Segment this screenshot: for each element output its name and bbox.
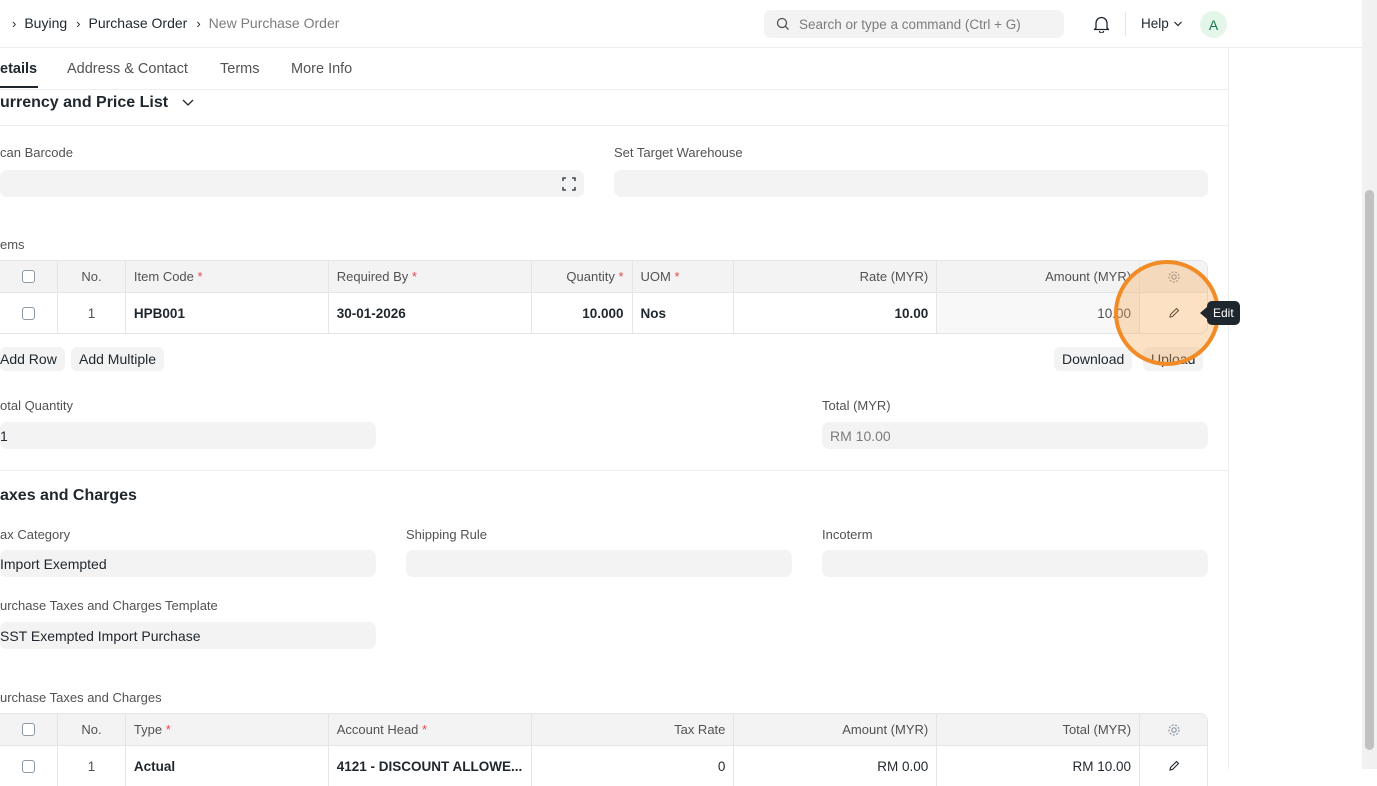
breadcrumb-buying[interactable]: Buying bbox=[24, 15, 67, 31]
tax-total-cell: RM 10.00 bbox=[937, 746, 1141, 786]
required-by-cell[interactable]: 30-01-2026 bbox=[329, 293, 532, 333]
total-quantity-field: 1 bbox=[0, 422, 376, 449]
row-no: 1 bbox=[58, 293, 126, 333]
currency-section-header[interactable]: urrency and Price List bbox=[0, 94, 195, 112]
search-input[interactable]: Search or type a command (Ctrl + G) bbox=[764, 10, 1064, 38]
rate-cell[interactable]: 10.00 bbox=[734, 293, 938, 333]
breadcrumb-purchase-order[interactable]: Purchase Order bbox=[89, 15, 188, 31]
column-header: Type * bbox=[126, 714, 329, 745]
row-no: 1 bbox=[58, 746, 126, 786]
row-checkbox[interactable] bbox=[21, 759, 35, 773]
total-quantity-label: otal Quantity bbox=[0, 398, 73, 413]
account-head-cell[interactable]: 4121 - DISCOUNT ALLOWE... bbox=[329, 746, 532, 786]
tab-details[interactable]: etails bbox=[0, 61, 37, 77]
items-table: No. Item Code * Required By * Quantity *… bbox=[0, 260, 1208, 334]
edit-icon[interactable] bbox=[1168, 760, 1180, 772]
tab-address-contact[interactable]: Address & Contact bbox=[67, 61, 188, 77]
edit-tooltip: Edit bbox=[1200, 301, 1240, 325]
chevron-right-icon: › bbox=[12, 15, 17, 31]
item-code-cell[interactable]: HPB001 bbox=[126, 293, 329, 333]
tax-category-input[interactable]: Import Exempted bbox=[0, 550, 376, 577]
avatar[interactable]: A bbox=[1200, 11, 1227, 38]
section-divider bbox=[0, 470, 1229, 471]
chevron-down-icon bbox=[182, 99, 193, 106]
taxes-template-label: urchase Taxes and Charges Template bbox=[0, 598, 218, 613]
scan-barcode-input[interactable] bbox=[0, 170, 584, 197]
column-header: Required By * bbox=[329, 261, 532, 292]
taxes-table: No. Type * Account Head * Tax Rate Amoun… bbox=[0, 713, 1208, 786]
navbar-divider bbox=[1125, 12, 1126, 36]
help-label: Help bbox=[1141, 16, 1169, 31]
type-cell[interactable]: Actual bbox=[126, 746, 329, 786]
bell-icon[interactable] bbox=[1093, 15, 1110, 33]
items-label: ems bbox=[0, 237, 25, 252]
breadcrumb-current: New Purchase Order bbox=[208, 15, 340, 31]
column-header: UOM * bbox=[633, 261, 735, 292]
breadcrumb: › Buying › Purchase Order › New Purchase… bbox=[12, 15, 348, 31]
settings-icon[interactable] bbox=[1167, 723, 1181, 737]
section-divider bbox=[0, 125, 1229, 126]
column-header: Total (MYR) bbox=[937, 714, 1141, 745]
form-page: etails Address & Contact Terms More Info… bbox=[0, 48, 1229, 786]
set-target-warehouse-input[interactable] bbox=[614, 170, 1208, 197]
table-row[interactable]: 1 HPB001 30-01-2026 10.000 Nos 10.00 10.… bbox=[0, 293, 1207, 333]
help-dropdown[interactable]: Help bbox=[1141, 16, 1183, 31]
scrollbar-thumb[interactable] bbox=[1365, 190, 1374, 750]
form-tabs: etails Address & Contact Terms More Info bbox=[0, 48, 1229, 90]
tax-amount-cell: RM 0.00 bbox=[734, 746, 938, 786]
column-header: No. bbox=[58, 714, 126, 745]
tax-category-label: ax Category bbox=[0, 527, 71, 542]
search-placeholder: Search or type a command (Ctrl + G) bbox=[799, 16, 1021, 32]
tab-more-info[interactable]: More Info bbox=[291, 61, 352, 77]
navbar: › Buying › Purchase Order › New Purchase… bbox=[0, 0, 1362, 48]
active-tab-indicator bbox=[0, 86, 38, 88]
amount-cell: 10.00 bbox=[937, 293, 1141, 333]
chevron-right-icon: › bbox=[76, 15, 81, 31]
quantity-cell[interactable]: 10.000 bbox=[532, 293, 633, 333]
scan-barcode-label: can Barcode bbox=[0, 145, 73, 160]
column-header: Amount (MYR) bbox=[937, 261, 1141, 292]
shipping-rule-input[interactable] bbox=[406, 550, 792, 577]
column-header: Rate (MYR) bbox=[734, 261, 938, 292]
shipping-rule-label: Shipping Rule bbox=[406, 527, 487, 542]
section-title: urrency and Price List bbox=[0, 94, 169, 111]
column-header: Amount (MYR) bbox=[734, 714, 938, 745]
row-checkbox[interactable] bbox=[21, 306, 35, 320]
total-field: RM 10.00 bbox=[822, 422, 1208, 449]
table-header-row: No. Type * Account Head * Tax Rate Amoun… bbox=[0, 714, 1207, 746]
column-header: No. bbox=[58, 261, 126, 292]
tab-terms[interactable]: Terms bbox=[220, 61, 259, 77]
search-icon bbox=[776, 17, 789, 30]
total-label: Total (MYR) bbox=[822, 398, 891, 413]
taxes-template-input[interactable]: SST Exempted Import Purchase bbox=[0, 622, 376, 649]
table-header-row: No. Item Code * Required By * Quantity *… bbox=[0, 261, 1207, 293]
chevron-right-icon: › bbox=[196, 15, 201, 31]
column-header: Tax Rate bbox=[532, 714, 735, 745]
incoterm-input[interactable] bbox=[822, 550, 1208, 577]
taxes-table-label: urchase Taxes and Charges bbox=[0, 690, 162, 705]
add-multiple-button[interactable]: Add Multiple bbox=[71, 347, 165, 371]
taxes-section-title: axes and Charges bbox=[0, 487, 137, 504]
add-row-button[interactable]: Add Row bbox=[0, 347, 65, 371]
download-button[interactable]: Download bbox=[1054, 347, 1133, 371]
column-header: Item Code * bbox=[126, 261, 329, 292]
tax-rate-cell[interactable]: 0 bbox=[532, 746, 735, 786]
select-all-checkbox[interactable] bbox=[21, 723, 35, 736]
scan-icon[interactable] bbox=[562, 177, 576, 191]
table-row[interactable]: 1 Actual 4121 - DISCOUNT ALLOWE... 0 RM … bbox=[0, 746, 1207, 786]
uom-cell[interactable]: Nos bbox=[633, 293, 735, 333]
chevron-down-icon bbox=[1173, 21, 1182, 26]
set-target-warehouse-label: Set Target Warehouse bbox=[614, 145, 743, 160]
column-header: Quantity * bbox=[532, 261, 633, 292]
select-all-checkbox[interactable] bbox=[21, 270, 35, 283]
incoterm-label: Incoterm bbox=[822, 527, 873, 542]
column-header: Account Head * bbox=[329, 714, 532, 745]
